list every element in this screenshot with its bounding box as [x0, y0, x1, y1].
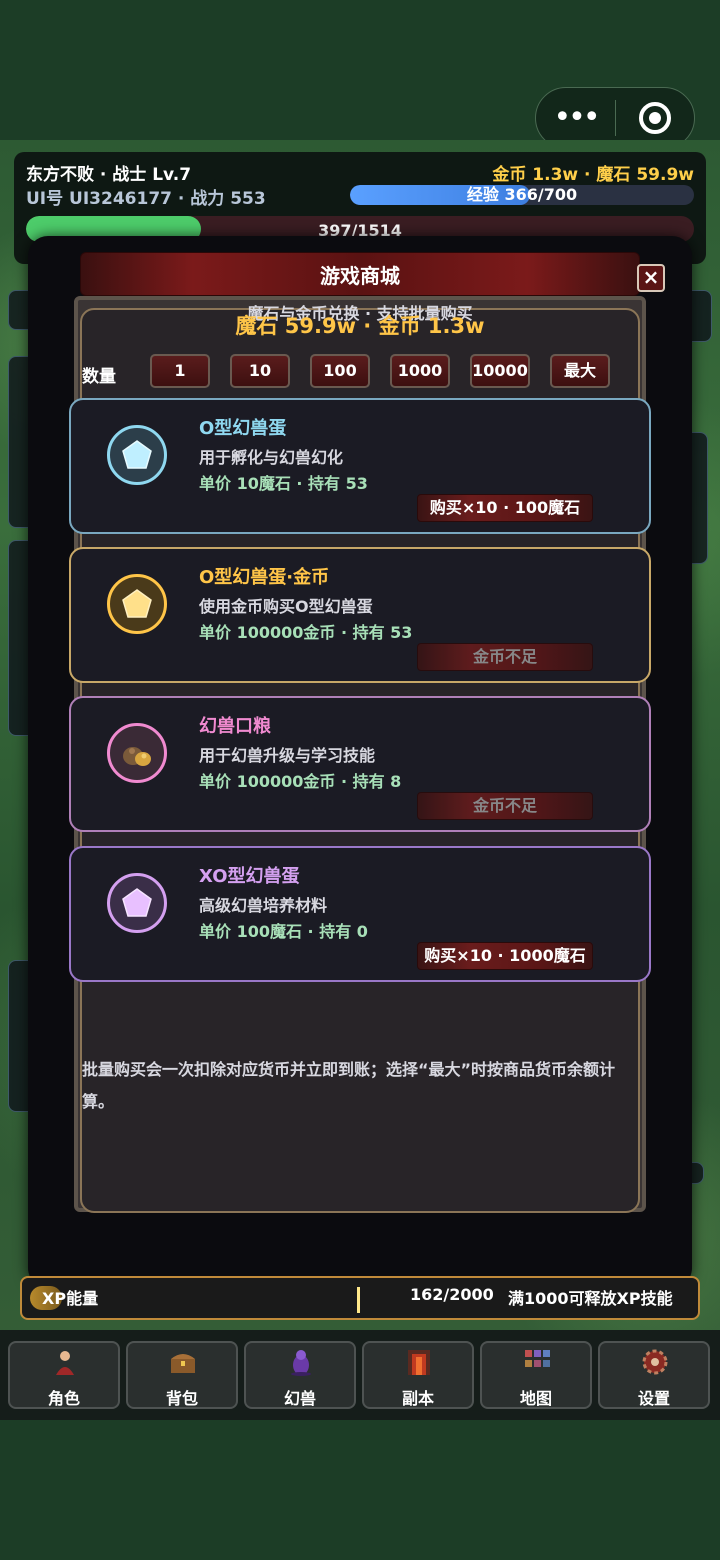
nav-character[interactable]: 角色 — [8, 1341, 120, 1409]
bottom-area — [0, 1420, 720, 1560]
buy-button[interactable]: 购买×10 · 100魔石 — [417, 494, 593, 522]
quantity-button-10000[interactable]: 10000 — [470, 354, 530, 388]
shop-title: 游戏商城 — [320, 263, 400, 288]
item-name: O型幻兽蛋·金币 — [199, 567, 330, 588]
item-price: 单价 100000金币 · 持有 8 — [199, 772, 402, 791]
pentagon-egg-icon — [107, 425, 167, 485]
quantity-button-max[interactable]: 最大 — [550, 354, 610, 388]
character-icon — [50, 1347, 80, 1377]
shop-notice: 批量购买会一次扣除对应货币并立即到账；选择“最大”时按商品货币余额计算。 — [82, 1060, 616, 1111]
nav-map[interactable]: 地图 — [480, 1341, 592, 1409]
nav-dungeon[interactable]: 副本 — [362, 1341, 474, 1409]
item-price: 单价 100魔石 · 持有 0 — [199, 922, 368, 941]
food-sack-icon — [107, 723, 167, 783]
quantity-label: 数量 — [82, 367, 116, 387]
quantity-button-10[interactable]: 10 — [230, 354, 290, 388]
close-button[interactable]: × — [637, 264, 665, 292]
buy-button-disabled[interactable]: 金币不足 — [417, 643, 593, 671]
pentagon-egg-icon — [107, 873, 167, 933]
nav-label: 副本 — [401, 1389, 434, 1408]
buy-button[interactable]: 购买×10 · 1000魔石 — [417, 942, 593, 970]
item-name: O型幻兽蛋 — [199, 418, 287, 439]
nav-settings[interactable]: 设置 — [598, 1341, 710, 1409]
item-price: 单价 10魔石 · 持有 53 — [199, 474, 368, 493]
player-id: UI号 UI3246177 · 战力 553 — [26, 189, 266, 209]
exp-text: 经验 366/700 — [466, 185, 578, 204]
treasure-chest-icon — [168, 1347, 198, 1377]
map-icon — [522, 1347, 552, 1377]
shop-item-card: 幻兽口粮 用于幻兽升级与学习技能 单价 100000金币 · 持有 8 金币不足 — [69, 696, 651, 832]
nav-label: 设置 — [637, 1389, 670, 1408]
item-name: 幻兽口粮 — [199, 716, 271, 737]
xp-threshold-marker — [357, 1287, 360, 1313]
nav-bag[interactable]: 背包 — [126, 1341, 238, 1409]
item-desc: 用于幻兽升级与学习技能 — [199, 746, 376, 765]
quantity-button-1[interactable]: 1 — [150, 354, 210, 388]
player-name: 东方不败 · 战士 Lv.7 — [26, 165, 192, 185]
nav-beast[interactable]: 幻兽 — [244, 1341, 356, 1409]
nav-label: 角色 — [47, 1389, 80, 1408]
item-price: 单价 100000金币 · 持有 53 — [199, 623, 413, 642]
nav-label: 背包 — [165, 1389, 198, 1408]
xp-hint: 满1000可释放XP技能 — [508, 1289, 673, 1308]
item-name: XO型幻兽蛋 — [199, 866, 300, 887]
item-desc: 使用金币购买O型幻兽蛋 — [199, 597, 373, 616]
nav-label: 幻兽 — [283, 1389, 316, 1408]
shop-balance: 魔石 59.9w · 金币 1.3w — [235, 314, 485, 338]
buy-button-disabled[interactable]: 金币不足 — [417, 792, 593, 820]
xp-value: 162/2000 — [410, 1285, 494, 1304]
pentagon-egg-icon — [107, 574, 167, 634]
settings-gear-icon — [640, 1347, 670, 1377]
dungeon-gate-icon — [404, 1347, 434, 1377]
beast-icon — [286, 1347, 316, 1377]
more-menu-icon[interactable]: ••• — [536, 103, 615, 133]
quantity-button-1000[interactable]: 1000 — [390, 354, 450, 388]
shop-item-card: O型幻兽蛋·金币 使用金币购买O型幻兽蛋 单价 100000金币 · 持有 53… — [69, 547, 651, 683]
item-desc: 高级幻兽培养材料 — [199, 896, 328, 915]
shop-item-card: XO型幻兽蛋 高级幻兽培养材料 单价 100魔石 · 持有 0 购买×10 · … — [69, 846, 651, 982]
nav-label: 地图 — [519, 1389, 552, 1408]
shop-title-banner: 游戏商城 — [80, 252, 640, 296]
shop-item-card: O型幻兽蛋 用于孵化与幻兽幻化 单价 10魔石 · 持有 53 购买×10 · … — [69, 398, 651, 534]
xp-label: XP能量 — [42, 1289, 99, 1308]
quantity-button-100[interactable]: 100 — [310, 354, 370, 388]
close-miniprogram-button[interactable] — [616, 102, 694, 134]
item-desc: 用于孵化与幻兽幻化 — [199, 448, 344, 467]
currency-display: 金币 1.3w · 魔石 59.9w — [492, 165, 694, 185]
target-icon — [639, 102, 671, 134]
